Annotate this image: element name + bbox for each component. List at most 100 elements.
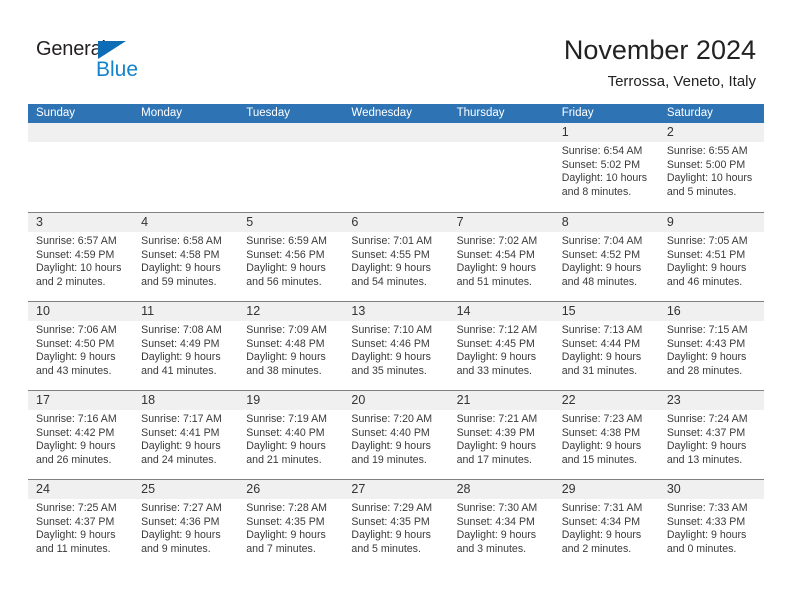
day-number: 20 <box>351 393 366 407</box>
day-detail-line: Daylight: 9 hours <box>456 262 537 275</box>
day-detail-line: and 59 minutes. <box>141 275 217 288</box>
day-cell[interactable]: 2 Sunrise: 6:55 AM Sunset: 5:00 PM Daylight… <box>658 123 764 212</box>
day-cell-empty <box>238 123 344 212</box>
day-detail-line: Daylight: 9 hours <box>456 529 537 542</box>
day-number-band: 4 <box>133 213 239 232</box>
day-cell[interactable]: 19 Sunrise: 7:19 AM Sunset: 4:40 PM Dayligh… <box>238 391 344 479</box>
day-cell[interactable]: 20 Sunrise: 7:20 AM Sunset: 4:40 PM Dayligh… <box>343 391 449 479</box>
day-cell[interactable]: 23 Sunrise: 7:24 AM Sunset: 4:37 PM Dayligh… <box>658 391 764 479</box>
weekday-header-thursday: Thursday <box>456 107 505 119</box>
day-cell[interactable]: 15 Sunrise: 7:13 AM Sunset: 4:44 PM Dayligh… <box>553 302 659 390</box>
day-number: 11 <box>141 304 155 318</box>
day-detail-line: Sunset: 4:56 PM <box>246 248 325 261</box>
day-detail-line: Sunrise: 7:15 AM <box>666 324 748 336</box>
day-cell[interactable]: 22 Sunrise: 7:23 AM Sunset: 4:38 PM Dayligh… <box>553 391 659 479</box>
logo-text-blue: Blue <box>96 58 139 81</box>
general-blue-logo[interactable]: General Blue <box>36 38 156 82</box>
day-number-band: 22 <box>553 391 659 410</box>
day-detail-line: Daylight: 9 hours <box>141 440 221 453</box>
day-details: Sunrise: 7:09 AM Sunset: 4:48 PM Daylight:… <box>238 321 343 378</box>
day-detail-line: Sunset: 4:45 PM <box>456 337 535 350</box>
day-cell-empty <box>28 123 134 212</box>
day-detail-line: and 7 minutes. <box>246 542 316 555</box>
day-cell[interactable]: 7 Sunrise: 7:02 AM Sunset: 4:54 PM Daylight… <box>448 213 554 301</box>
day-details: Sunrise: 7:13 AM Sunset: 4:44 PM Daylight:… <box>554 321 659 378</box>
day-detail-line: Daylight: 9 hours <box>36 440 116 453</box>
day-cell[interactable]: 13 Sunrise: 7:10 AM Sunset: 4:46 PM Dayligh… <box>343 302 449 390</box>
day-detail-line: and 8 minutes. <box>561 185 632 198</box>
day-cell[interactable]: 24 Sunrise: 7:25 AM Sunset: 4:37 PM Dayligh… <box>28 480 134 568</box>
day-cell[interactable]: 8 Sunrise: 7:04 AM Sunset: 4:52 PM Daylight… <box>553 213 659 301</box>
day-cell[interactable]: 27 Sunrise: 7:29 AM Sunset: 4:35 PM Dayligh… <box>343 480 449 568</box>
title-block: November 2024 Terrossa, Veneto, Italy <box>564 34 756 91</box>
day-detail-line: and 0 minutes. <box>666 542 737 555</box>
day-detail-line: and 17 minutes. <box>456 453 532 466</box>
day-cell[interactable]: 30 Sunrise: 7:33 AM Sunset: 4:33 PM Dayligh… <box>658 480 764 568</box>
day-cell[interactable]: 5 Sunrise: 6:59 AM Sunset: 4:56 PM Daylight… <box>238 213 344 301</box>
day-detail-line: Sunrise: 7:28 AM <box>246 502 327 514</box>
day-number-band: 17 <box>28 391 134 410</box>
day-number-band <box>238 123 344 142</box>
day-cell[interactable]: 11 Sunrise: 7:08 AM Sunset: 4:49 PM Dayligh… <box>133 302 239 390</box>
day-details: Sunrise: 7:23 AM Sunset: 4:38 PM Daylight:… <box>554 410 659 467</box>
day-detail-line: Daylight: 9 hours <box>246 440 326 453</box>
day-detail-line: Sunset: 4:37 PM <box>36 515 115 528</box>
day-detail-line: Sunset: 4:48 PM <box>246 337 325 350</box>
day-number-band: 21 <box>448 391 554 410</box>
day-number-band: 23 <box>658 391 764 410</box>
day-cell[interactable]: 4 Sunrise: 6:58 AM Sunset: 4:58 PM Daylight… <box>133 213 239 301</box>
day-cell[interactable]: 28 Sunrise: 7:30 AM Sunset: 4:34 PM Dayligh… <box>448 480 554 568</box>
day-detail-line: Sunset: 4:33 PM <box>666 515 746 528</box>
day-cell[interactable]: 21 Sunrise: 7:21 AM Sunset: 4:39 PM Dayligh… <box>448 391 554 479</box>
day-cell[interactable]: 17 Sunrise: 7:16 AM Sunset: 4:42 PM Dayligh… <box>28 391 134 479</box>
weekday-header-monday: Monday <box>141 107 183 119</box>
day-detail-line: and 33 minutes. <box>456 364 532 377</box>
day-details: Sunrise: 7:33 AM Sunset: 4:33 PM Daylight:… <box>659 499 764 556</box>
day-detail-line: and 35 minutes. <box>351 364 427 377</box>
day-cell[interactable]: 9 Sunrise: 7:05 AM Sunset: 4:51 PM Daylight… <box>658 213 764 301</box>
day-number-band: 26 <box>238 480 344 499</box>
day-detail-line: Sunset: 4:38 PM <box>561 426 641 439</box>
day-detail-line: Sunrise: 7:13 AM <box>561 324 643 336</box>
day-cell[interactable]: 6 Sunrise: 7:01 AM Sunset: 4:55 PM Daylight… <box>343 213 449 301</box>
day-cell[interactable]: 12 Sunrise: 7:09 AM Sunset: 4:48 PM Dayligh… <box>238 302 344 390</box>
day-number: 30 <box>666 482 681 496</box>
day-detail-line: Daylight: 9 hours <box>246 351 326 364</box>
day-number: 13 <box>351 304 366 318</box>
day-detail-line: Sunrise: 7:17 AM <box>141 413 222 425</box>
day-detail-line: and 11 minutes. <box>36 542 111 555</box>
day-cell[interactable]: 29 Sunrise: 7:31 AM Sunset: 4:34 PM Dayligh… <box>553 480 659 568</box>
day-details: Sunrise: 7:01 AM Sunset: 4:55 PM Daylight:… <box>343 232 448 289</box>
day-details: Sunrise: 7:16 AM Sunset: 4:42 PM Daylight:… <box>28 410 133 467</box>
day-number-band: 2 <box>658 123 764 142</box>
day-detail-line: Sunset: 4:59 PM <box>36 248 115 261</box>
day-cell[interactable]: 18 Sunrise: 7:17 AM Sunset: 4:41 PM Dayligh… <box>133 391 239 479</box>
day-detail-line: Sunset: 4:46 PM <box>351 337 430 350</box>
day-cell[interactable]: 1 Sunrise: 6:54 AM Sunset: 5:02 PM Daylight… <box>553 123 659 212</box>
day-number: 18 <box>141 393 156 407</box>
day-detail-line: Daylight: 9 hours <box>456 351 537 364</box>
day-detail-line: Sunset: 4:39 PM <box>456 426 535 439</box>
day-detail-line: Daylight: 9 hours <box>666 351 747 364</box>
day-number-band: 24 <box>28 480 134 499</box>
day-cell[interactable]: 25 Sunrise: 7:27 AM Sunset: 4:36 PM Dayligh… <box>133 480 239 568</box>
day-detail-line: Sunrise: 7:29 AM <box>351 502 433 514</box>
day-cell[interactable]: 3 Sunrise: 6:57 AM Sunset: 4:59 PM Daylight… <box>28 213 134 301</box>
day-cell[interactable]: 26 Sunrise: 7:28 AM Sunset: 4:35 PM Dayligh… <box>238 480 344 568</box>
day-number: 3 <box>36 215 43 229</box>
day-number: 1 <box>561 125 569 139</box>
day-number: 2 <box>666 125 674 139</box>
day-detail-line: Daylight: 9 hours <box>666 529 747 542</box>
day-detail-line: Sunset: 4:34 PM <box>456 515 535 528</box>
day-detail-line: Sunset: 4:35 PM <box>351 515 430 528</box>
day-cell[interactable]: 14 Sunrise: 7:12 AM Sunset: 4:45 PM Dayligh… <box>448 302 554 390</box>
day-cell[interactable]: 10 Sunrise: 7:06 AM Sunset: 4:50 PM Dayligh… <box>28 302 134 390</box>
day-detail-line: Sunrise: 7:10 AM <box>351 324 433 336</box>
day-detail-line: Sunrise: 7:25 AM <box>36 502 117 514</box>
day-detail-line: and 19 minutes. <box>351 453 427 466</box>
day-number: 16 <box>666 304 681 318</box>
day-details: Sunrise: 7:19 AM Sunset: 4:40 PM Daylight:… <box>238 410 343 467</box>
day-cell[interactable]: 16 Sunrise: 7:15 AM Sunset: 4:43 PM Dayligh… <box>658 302 764 390</box>
day-detail-line: Sunset: 5:02 PM <box>561 158 641 171</box>
day-details: Sunrise: 6:54 AM Sunset: 5:02 PM Daylight:… <box>554 142 659 199</box>
